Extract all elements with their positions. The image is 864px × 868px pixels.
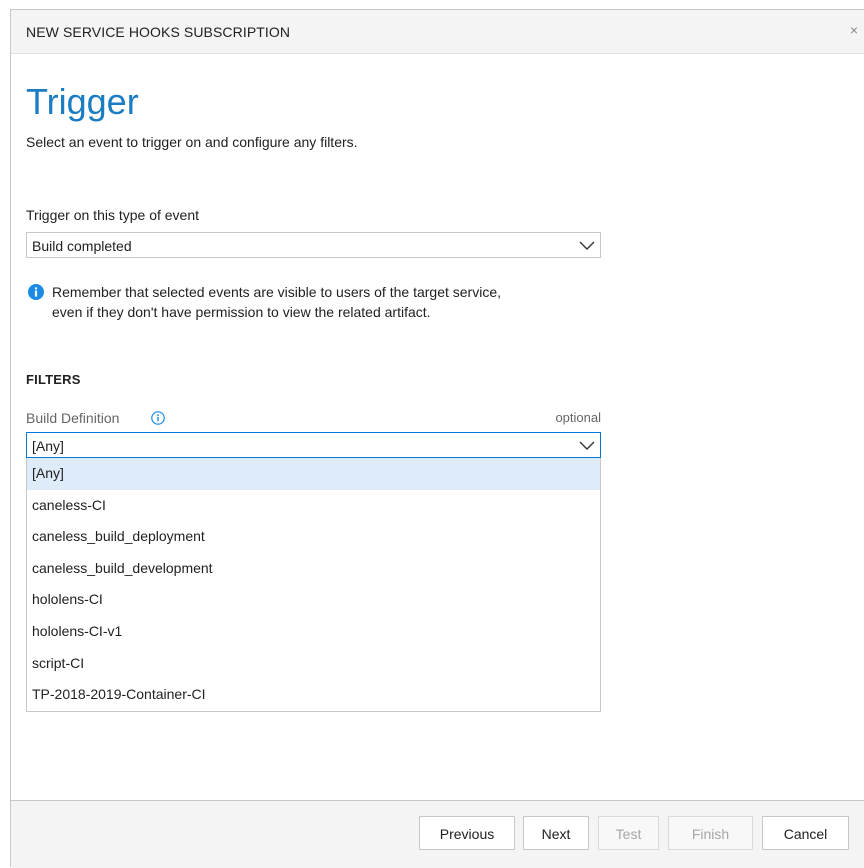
dropdown-option[interactable]: [Any] bbox=[27, 458, 600, 490]
build-definition-select[interactable]: [Any] bbox=[26, 432, 601, 458]
dialog-footer: Previous Next Test Finish Cancel bbox=[11, 800, 864, 868]
service-hooks-dialog: NEW SERVICE HOOKS SUBSCRIPTION × Trigger… bbox=[10, 9, 864, 868]
dropdown-option[interactable]: hololens-CI-v1 bbox=[27, 616, 600, 648]
chevron-down-icon bbox=[579, 441, 595, 450]
dropdown-option[interactable]: caneless_build_development bbox=[27, 553, 600, 585]
dropdown-option[interactable]: caneless-CI bbox=[27, 490, 600, 522]
notice-line-2: even if they don't have permission to vi… bbox=[52, 304, 431, 320]
info-icon bbox=[28, 284, 44, 300]
cancel-button[interactable]: Cancel bbox=[762, 816, 849, 850]
dropdown-option[interactable]: caneless_build_deployment bbox=[27, 521, 600, 553]
filters-header: FILTERS bbox=[26, 372, 81, 387]
finish-button[interactable]: Finish bbox=[668, 816, 753, 850]
previous-button[interactable]: Previous bbox=[419, 816, 515, 850]
event-type-label: Trigger on this type of event bbox=[26, 207, 200, 223]
test-button[interactable]: Test bbox=[598, 816, 659, 850]
build-definition-label: Build Definition bbox=[26, 410, 120, 426]
next-button[interactable]: Next bbox=[523, 816, 589, 850]
notice-line-1: Remember that selected events are visibl… bbox=[52, 284, 501, 300]
dialog-title: NEW SERVICE HOOKS SUBSCRIPTION bbox=[26, 24, 291, 40]
page-heading: Trigger bbox=[26, 81, 139, 122]
dropdown-option[interactable]: script-CI bbox=[27, 648, 600, 680]
page-subtitle: Select an event to trigger on and config… bbox=[26, 134, 358, 150]
event-type-select[interactable]: Build completed bbox=[26, 232, 601, 258]
chevron-down-icon bbox=[579, 241, 595, 250]
close-icon[interactable]: × bbox=[846, 22, 862, 38]
notice-text: Remember that selected events are visibl… bbox=[52, 282, 632, 322]
info-icon[interactable] bbox=[151, 411, 165, 425]
build-definition-options: [Any] caneless-CI caneless_build_deploym… bbox=[26, 458, 601, 712]
dropdown-option[interactable]: TP-2018-2019-Container-CI bbox=[27, 679, 600, 711]
optional-label: optional bbox=[555, 410, 601, 425]
build-definition-value: [Any] bbox=[32, 438, 64, 454]
event-type-value: Build completed bbox=[32, 238, 132, 254]
dialog-titlebar: NEW SERVICE HOOKS SUBSCRIPTION × bbox=[11, 10, 864, 54]
dropdown-option[interactable]: hololens-CI bbox=[27, 584, 600, 616]
